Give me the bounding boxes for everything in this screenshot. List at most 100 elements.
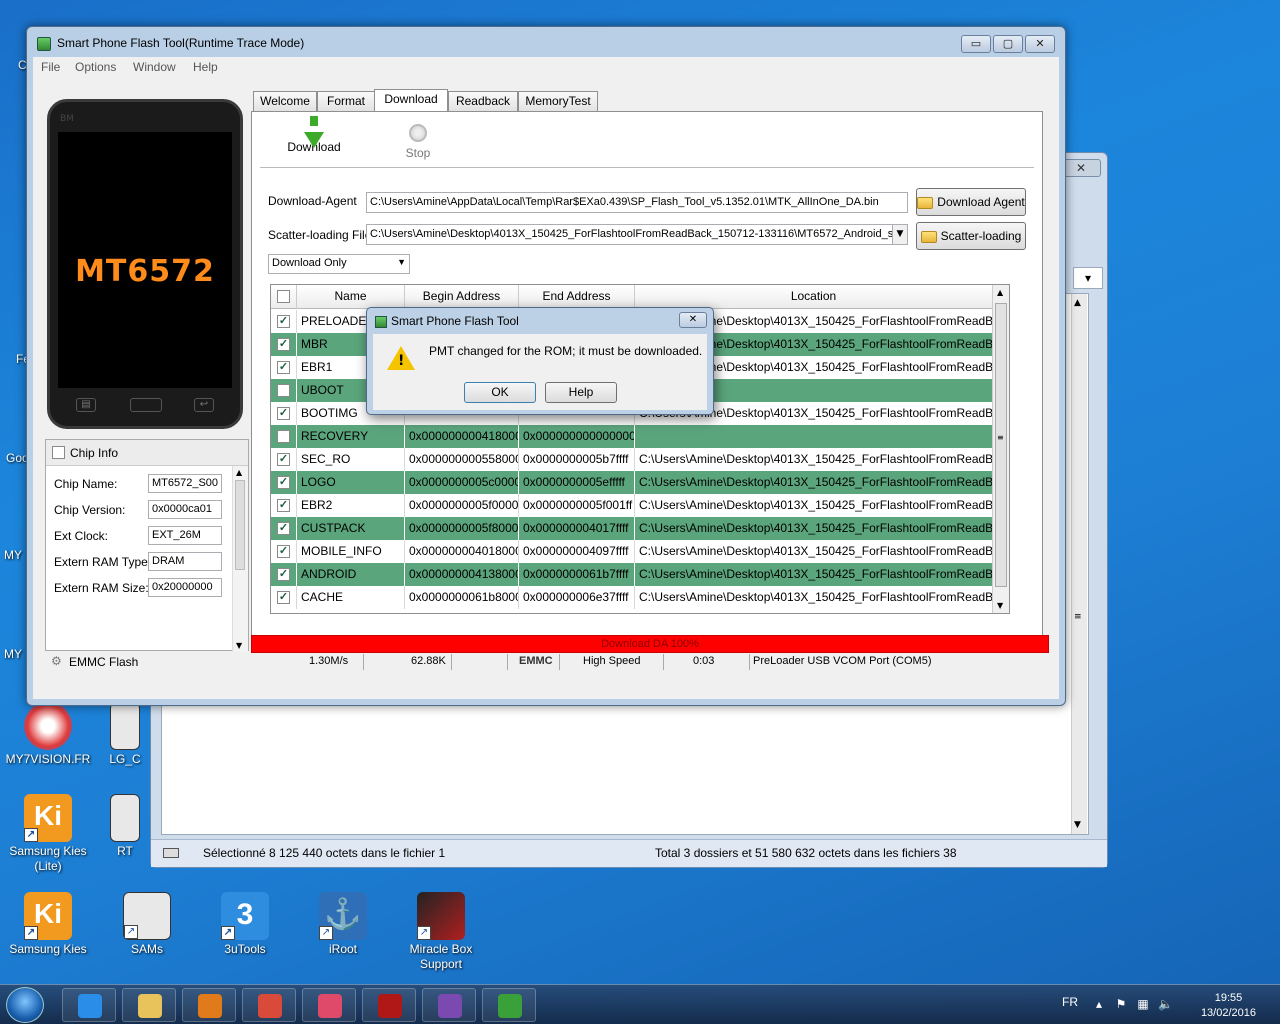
partition-row[interactable]: ✓ ANDROID 0x0000000041380000 0x0000000061b7… [271, 563, 993, 586]
partition-checkbox[interactable] [277, 430, 290, 443]
scroll-thumb[interactable] [235, 480, 245, 570]
partition-checkbox[interactable] [277, 384, 290, 397]
taskbar-app-explorer[interactable] [122, 988, 176, 1022]
chip-info-scrollbar[interactable]: ▲ ▼ [232, 466, 248, 652]
window-titlebar[interactable]: Smart Phone Flash Tool(Runtime Trace Mod… [27, 27, 1065, 57]
chip-info-value[interactable]: 0x0000ca01 [148, 500, 222, 519]
menu-window[interactable]: Window [133, 60, 176, 74]
tab-download[interactable]: Download [374, 89, 448, 112]
partition-checkbox[interactable]: ✓ [277, 407, 290, 420]
tray-network-icon[interactable]: ▦ [1136, 997, 1150, 1011]
tray-flag-icon[interactable]: ⚑ [1114, 997, 1128, 1011]
explorer-dropdown-arrow-icon[interactable]: ▾ [1073, 267, 1103, 289]
partition-table-scrollbar[interactable]: ▲ ≡ ▼ [992, 285, 1009, 613]
partition-row[interactable]: ✓ MOBILE_INFO 0x0000000040180000 0x00000000… [271, 540, 993, 563]
tray-expand-icon[interactable]: ▴ [1092, 997, 1106, 1011]
partition-checkbox[interactable]: ✓ [277, 476, 290, 489]
partition-location [635, 425, 993, 448]
tab-welcome[interactable]: Welcome [253, 91, 317, 111]
desktop-icon-rt[interactable]: RT [100, 794, 150, 859]
taskbar-app-chrome[interactable] [242, 988, 296, 1022]
taskbar-app-winrar[interactable] [422, 988, 476, 1022]
scatter-dropdown-chevron-down-icon[interactable]: ▼ [892, 224, 908, 245]
chip-info-header[interactable]: Chip Info [46, 440, 248, 466]
taskbar-app-my7vision[interactable] [302, 988, 356, 1022]
desktop-icon-samsung-kies-lite[interactable]: Ki ↗ Samsung Kies (Lite) [3, 794, 93, 874]
menu-options[interactable]: Options [75, 60, 116, 74]
close-button[interactable]: ✕ [1025, 35, 1055, 53]
system-clock[interactable]: 19:55 13/02/2016 [1201, 991, 1256, 1021]
tray-volume-icon[interactable]: 🔈 [1158, 997, 1173, 1011]
partition-row[interactable]: ✓ EBR2 0x0000000005f00000 0x0000000005f001f… [271, 494, 993, 517]
taskbar-app-mtk[interactable] [362, 988, 416, 1022]
partition-begin: 0x0000000005f00000 [405, 494, 519, 517]
desktop-icon-miracle-box[interactable]: ↗ Miracle Box Support [396, 892, 486, 972]
chip-info-toggle[interactable] [52, 446, 65, 459]
desktop-icon-samsung-kies[interactable]: Ki ↗ Samsung Kies [3, 892, 93, 957]
partition-checkbox[interactable]: ✓ [277, 315, 290, 328]
maximize-button[interactable]: ▢ [993, 35, 1023, 53]
minimize-button[interactable]: ▭ [961, 35, 991, 53]
desktop-icon-3utools[interactable]: 3 ↗ 3uTools [200, 892, 290, 957]
taskbar-app-flashtool[interactable] [482, 988, 536, 1022]
partition-checkbox[interactable]: ✓ [277, 522, 290, 535]
scroll-down-icon[interactable]: ▼ [1074, 820, 1081, 830]
scroll-up-icon[interactable]: ▲ [1074, 298, 1081, 308]
scroll-thumb[interactable] [995, 303, 1007, 587]
partition-row[interactable]: ✓ SEC_RO 0x0000000005580000 0x0000000005b7f… [271, 448, 993, 471]
partition-checkbox[interactable]: ✓ [277, 568, 290, 581]
stop-button[interactable]: Stop [394, 124, 442, 160]
message-dialog[interactable]: Smart Phone Flash Tool ✕ ! PMT changed f… [366, 307, 714, 415]
partition-row[interactable]: ✓ LOGO 0x0000000005c00000 0x0000000005effff… [271, 471, 993, 494]
tab-memorytest[interactable]: MemoryTest [518, 91, 598, 111]
partition-checkbox[interactable]: ✓ [277, 361, 290, 374]
explorer-close-button[interactable]: ✕ [1061, 159, 1101, 177]
chip-info-value[interactable]: 0x20000000 [148, 578, 222, 597]
partition-row[interactable]: RECOVERY 0x0000000004180000 0x000000000000… [271, 425, 993, 448]
chip-info-value[interactable]: MT6572_S00 [148, 474, 222, 493]
scroll-grip-icon[interactable]: ≡ [1074, 612, 1082, 622]
dialog-ok-button[interactable]: OK [464, 382, 536, 403]
taskbar-app-media[interactable] [182, 988, 236, 1022]
dialog-help-button[interactable]: Help [545, 382, 617, 403]
desktop-icon-iroot[interactable]: ⚓ ↗ iRoot [298, 892, 388, 957]
download-mode-select[interactable]: Download Only ▼ [268, 254, 410, 274]
tab-readback[interactable]: Readback [448, 91, 518, 111]
partition-checkbox[interactable]: ✓ [277, 591, 290, 604]
scroll-up-icon[interactable]: ▲ [997, 288, 1003, 297]
partition-row[interactable]: ✓ CUSTPACK 0x0000000005f80000 0x00000000401… [271, 517, 993, 540]
column-header-end[interactable]: End Address [519, 285, 635, 309]
explorer-scrollbar[interactable]: ▲ ≡ ▼ [1071, 294, 1087, 834]
partition-row[interactable]: ✓ CACHE 0x0000000061b80000 0x000000006e37ff… [271, 586, 993, 609]
desktop-icon-lg[interactable]: LG_C [100, 702, 150, 767]
menu-help[interactable]: Help [193, 60, 218, 74]
scatter-file-path[interactable]: C:\Users\Amine\Desktop\4013X_150425_ForF… [366, 224, 894, 245]
desktop-icon-my7vision[interactable]: MY7VISION.FR [3, 702, 93, 767]
download-agent-button[interactable]: Download Agent [916, 188, 1026, 216]
partition-checkbox[interactable]: ✓ [277, 545, 290, 558]
chip-info-value[interactable]: DRAM [148, 552, 222, 571]
scroll-up-icon[interactable]: ▲ [236, 468, 242, 477]
partition-checkbox[interactable]: ✓ [277, 499, 290, 512]
download-agent-path[interactable]: C:\Users\Amine\AppData\Local\Temp\Rar$EX… [366, 192, 908, 213]
scroll-down-icon[interactable]: ▼ [236, 641, 242, 650]
download-button[interactable]: Download [282, 116, 346, 154]
select-all-header[interactable] [271, 285, 297, 309]
partition-name: ANDROID [297, 563, 405, 586]
column-header-name[interactable]: Name [297, 285, 405, 309]
column-header-location[interactable]: Location [635, 285, 993, 309]
dialog-close-button[interactable]: ✕ [679, 312, 707, 328]
start-button[interactable] [6, 987, 44, 1023]
partition-checkbox[interactable]: ✓ [277, 453, 290, 466]
select-all-checkbox[interactable] [277, 290, 290, 303]
tab-format[interactable]: Format [317, 91, 375, 111]
desktop-icon-sams[interactable]: ↗ SAMs [102, 892, 192, 957]
chip-info-value[interactable]: EXT_26M [148, 526, 222, 545]
language-indicator[interactable]: FR [1062, 995, 1078, 1009]
scroll-down-icon[interactable]: ▼ [997, 601, 1003, 610]
partition-checkbox[interactable]: ✓ [277, 338, 290, 351]
scatter-loading-button[interactable]: Scatter-loading [916, 222, 1026, 250]
column-header-begin[interactable]: Begin Address [405, 285, 519, 309]
menu-file[interactable]: File [41, 60, 60, 74]
taskbar-app-ie[interactable] [62, 988, 116, 1022]
